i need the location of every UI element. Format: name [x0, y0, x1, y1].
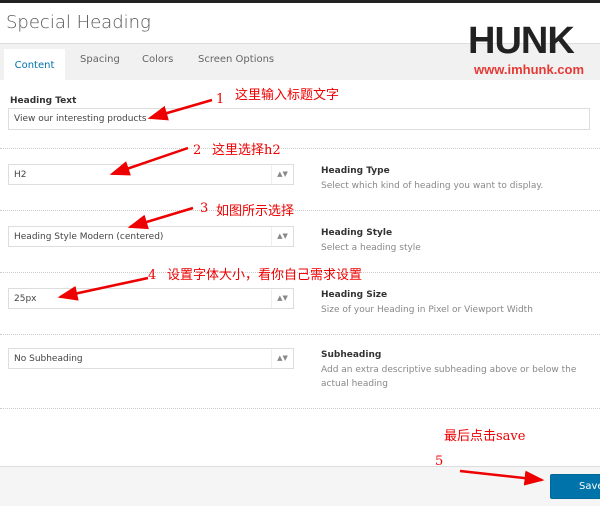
annotation-text: 设置字体大小，看你自己需求设置	[167, 268, 363, 283]
arrow-2	[109, 146, 189, 176]
annotation-text: 最后点击save	[444, 429, 526, 444]
annotation-number: 4	[148, 268, 157, 283]
annotation-number: 3	[200, 201, 209, 216]
annotation-text: 这里输入标题文字	[235, 88, 340, 103]
annotation-number: 2	[193, 143, 202, 158]
hunk-logo: HUNK www.imhunk.com	[468, 22, 598, 82]
arrow-5	[459, 469, 545, 486]
annotation-number: 5	[435, 454, 444, 469]
annotation-text: 如图所示选择	[216, 204, 295, 219]
arrow-3	[127, 206, 194, 230]
logo-url: www.imhunk.com	[474, 62, 585, 77]
logo-text: HUNK	[468, 20, 575, 62]
annotation-number: 1	[216, 92, 225, 107]
annotation-text: 这里选择h2	[212, 143, 281, 158]
arrow-1	[147, 98, 213, 121]
arrow-4	[57, 276, 149, 301]
